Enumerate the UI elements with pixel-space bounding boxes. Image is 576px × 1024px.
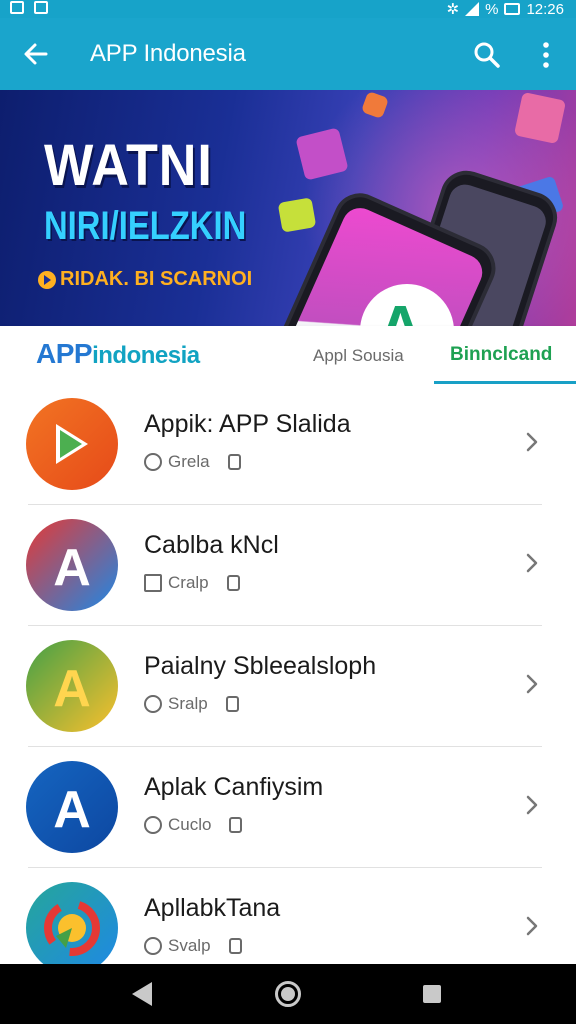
clock: 12:26 <box>526 0 564 18</box>
banner-subheadline: NIRI/IELZKIN <box>44 204 247 248</box>
brand-logo: APPindonesia <box>36 338 200 369</box>
app-name: Paialny Sbleealsloph <box>144 652 377 680</box>
svg-text:A: A <box>53 660 91 718</box>
green-a-icon: A <box>26 640 118 732</box>
blue-a-icon: A <box>26 761 118 853</box>
category-icon <box>144 453 162 471</box>
app-cube-icon <box>277 197 317 233</box>
play-icon <box>38 270 56 289</box>
chevron-right-icon[interactable] <box>524 672 540 696</box>
app-meta: Grela <box>144 452 241 472</box>
app-name: Appik: APP Slalida <box>144 410 351 438</box>
more-options-icon[interactable] <box>536 40 556 70</box>
nav-back-icon[interactable] <box>132 982 152 1006</box>
search-icon[interactable] <box>472 40 502 70</box>
nav-home-icon[interactable] <box>275 981 301 1007</box>
app-list: Appik: APP Slalida Grela A Cablba kNcl Cralp… <box>0 384 576 964</box>
chevron-right-icon[interactable] <box>524 793 540 817</box>
app-name: ApllabkTana <box>144 894 281 922</box>
app-list-item[interactable]: ApllabkTana Svalp <box>0 868 576 964</box>
banner-tagline: RIDAK. BI SCARNOI <box>38 268 252 291</box>
app-cube-icon <box>513 91 567 145</box>
download-icon <box>226 575 240 591</box>
app-list-item[interactable]: A Cablba kNcl Cralp <box>0 505 576 626</box>
tab-popular[interactable]: Appl Sousia <box>313 346 404 366</box>
app-list-item[interactable]: Appik: APP Slalida Grela <box>0 384 576 505</box>
category-icon <box>144 695 162 713</box>
download-icon <box>229 817 243 833</box>
signal-icon <box>465 2 480 16</box>
promo-banner[interactable]: WATNI NIRI/IELZKIN RIDAK. BI SCARNOI A <box>0 90 576 326</box>
notification-icon <box>10 1 24 14</box>
download-icon <box>225 696 239 712</box>
category-icon <box>144 937 162 955</box>
notification-icon <box>34 1 48 14</box>
app-list-item[interactable]: A Aplak Canfiysim Cuclo <box>0 747 576 868</box>
app-meta: Svalp <box>144 936 242 956</box>
play-store-icon <box>26 398 118 490</box>
battery-icon <box>504 3 521 15</box>
category-icon <box>144 574 162 592</box>
settings-icon: ✲ <box>446 1 460 18</box>
svg-text:A: A <box>53 781 91 839</box>
banner-headline: WATNI <box>44 133 213 198</box>
system-nav-bar <box>0 964 576 1024</box>
app-list-item[interactable]: A Paialny Sbleealsloph Sralp <box>0 626 576 747</box>
svg-text:A: A <box>53 539 91 597</box>
letter-a-icon: A <box>26 519 118 611</box>
page-title: APP Indonesia <box>90 40 246 67</box>
back-arrow-icon[interactable] <box>22 40 50 68</box>
download-icon <box>228 938 242 954</box>
colorful-circle-icon <box>26 882 118 964</box>
nav-recents-icon[interactable] <box>423 985 441 1003</box>
app-meta: Cuclo <box>144 815 243 835</box>
letter-a-icon: A <box>378 298 423 327</box>
status-bar: ✲ % 12:26 <box>0 0 576 18</box>
battery-percent: % <box>485 0 499 18</box>
app-bar: APP Indonesia <box>0 18 576 90</box>
category-icon <box>144 816 162 834</box>
tab-bar: APPindonesia Appl Sousia Binnclcand <box>0 326 576 384</box>
tab-download[interactable]: Binnclcand <box>434 326 576 384</box>
chevron-right-icon[interactable] <box>524 430 540 454</box>
chevron-right-icon[interactable] <box>524 551 540 575</box>
download-icon <box>227 454 241 470</box>
app-meta: Sralp <box>144 694 239 714</box>
app-name: Cablba kNcl <box>144 531 279 559</box>
chevron-right-icon[interactable] <box>524 914 540 938</box>
app-name: Aplak Canfiysim <box>144 773 324 801</box>
app-meta: Cralp <box>144 573 240 593</box>
